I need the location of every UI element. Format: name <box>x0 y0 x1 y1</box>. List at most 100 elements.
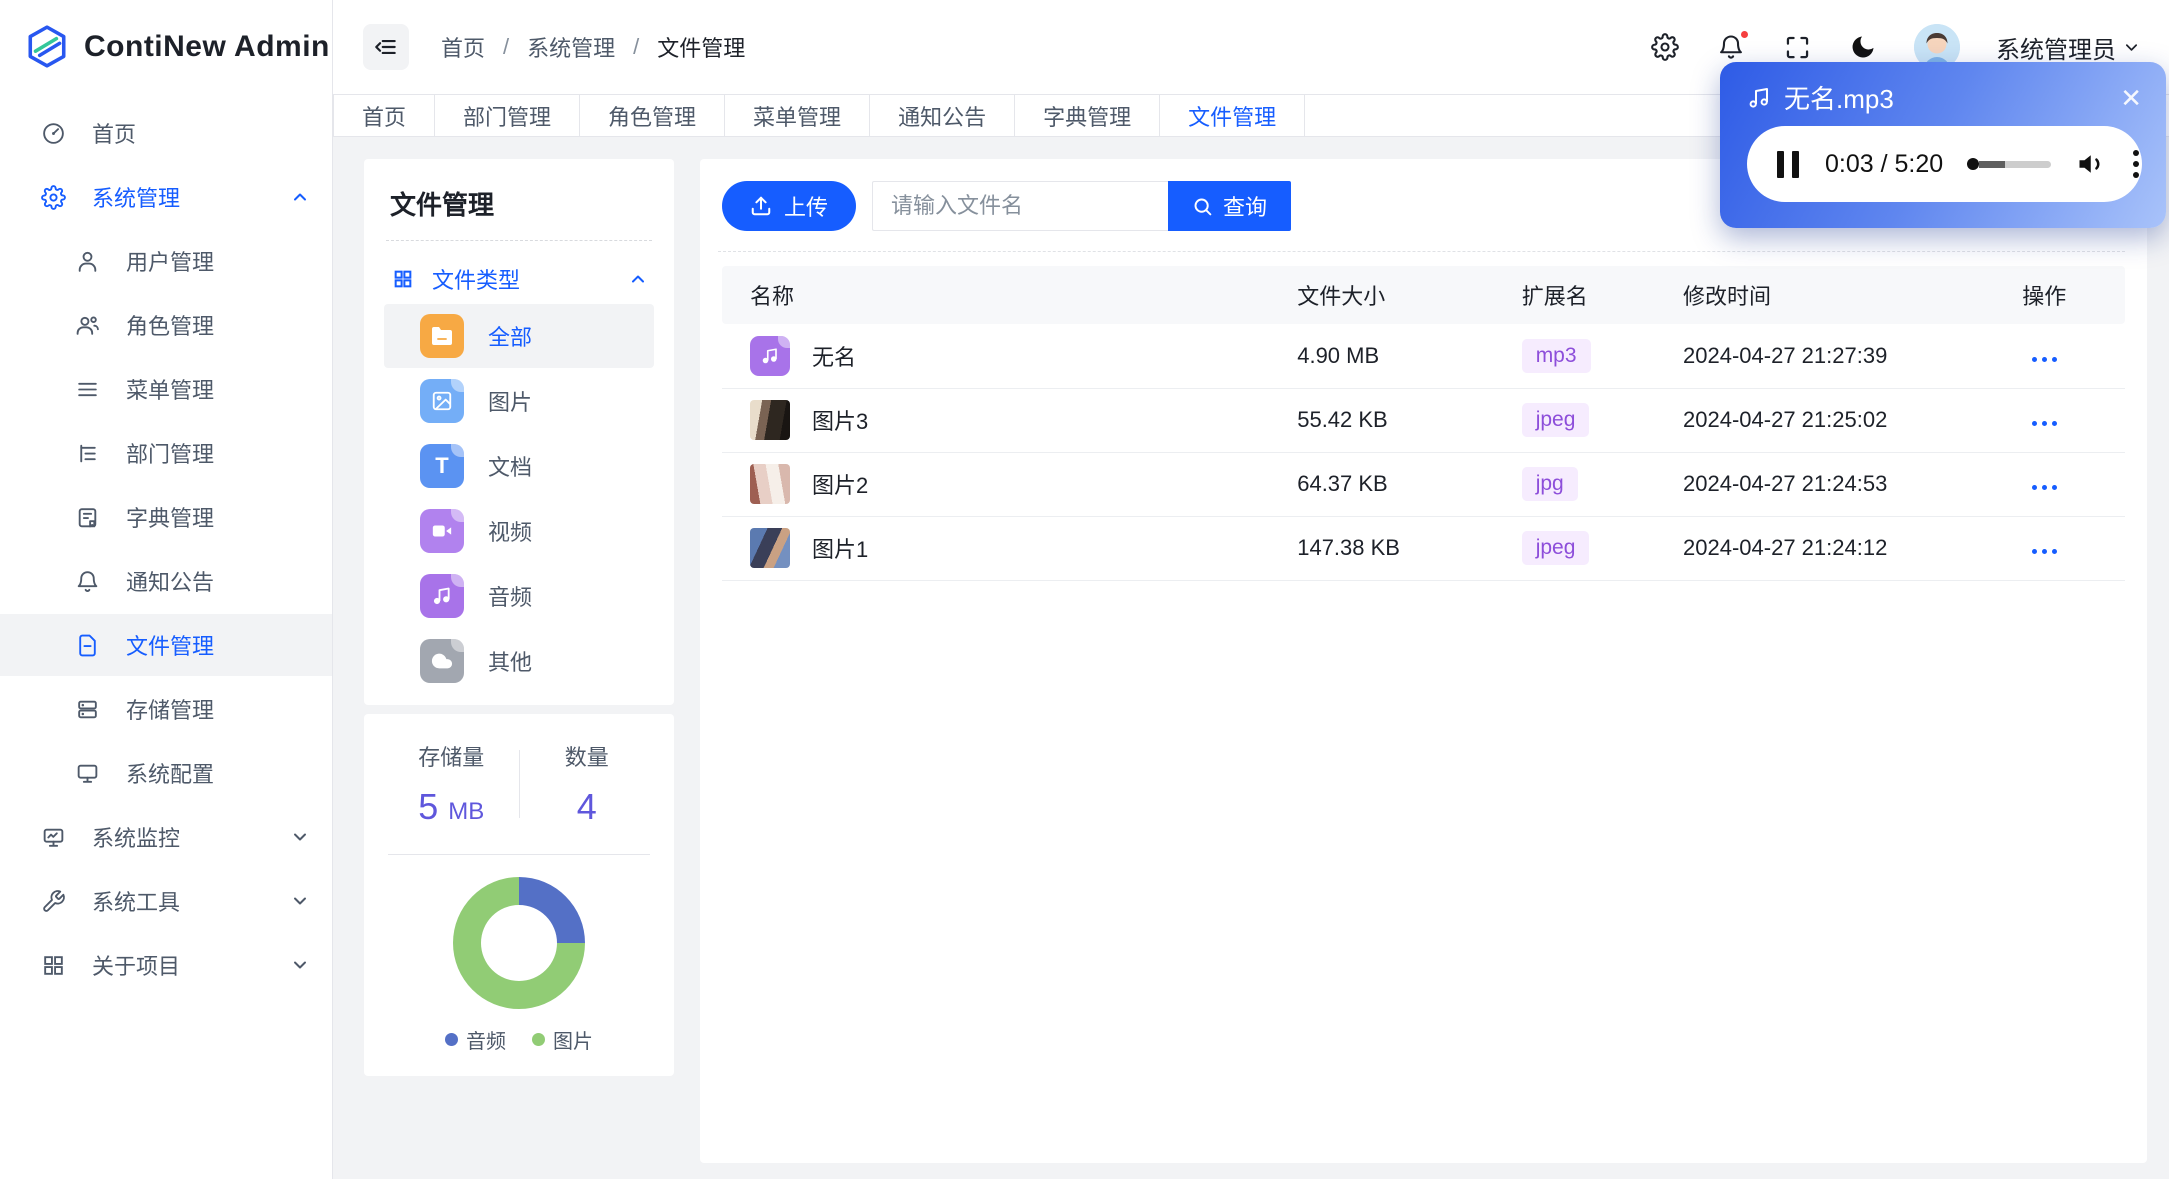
file-type-label: 文档 <box>488 455 533 480</box>
col-size: 文件大小 <box>1297 266 1522 324</box>
filename-search-input[interactable] <box>872 181 1169 231</box>
fullscreen-icon[interactable] <box>1782 32 1812 62</box>
sidebar-item-label: 关于项目 <box>92 954 181 979</box>
settings-icon[interactable] <box>1650 32 1680 62</box>
file-type-panel: 文件管理 文件类型 全部 图片 T 文档 视频 音频 其他 <box>364 159 674 705</box>
file-type-document[interactable]: T 文档 <box>384 434 654 498</box>
sidebar-item-system-tools[interactable]: 系统工具 <box>0 870 332 932</box>
collapse-icon <box>375 39 396 55</box>
breadcrumb-system[interactable]: 系统管理 <box>527 31 615 63</box>
more-actions-icon[interactable] <box>2028 349 2061 370</box>
file-size: 55.42 KB <box>1297 388 1522 453</box>
tab-home[interactable]: 首页 <box>333 95 436 136</box>
legend-audio[interactable]: 音频 <box>445 1025 506 1054</box>
pause-button[interactable] <box>1777 150 1799 178</box>
video-file-icon <box>420 509 464 553</box>
file-type-label: 视频 <box>488 520 533 545</box>
sidebar-item-storage-management[interactable]: 存储管理 <box>0 678 332 740</box>
player-controls: 0:03 / 5:20 <box>1747 126 2142 202</box>
divider <box>386 240 652 241</box>
tab-department[interactable]: 部门管理 <box>435 95 581 136</box>
user-name: 系统管理员 <box>1996 36 2116 64</box>
image-thumbnail[interactable] <box>750 528 790 568</box>
main-content: 文件管理 文件类型 全部 图片 T 文档 视频 音频 其他 存储量 5 MB 数… <box>333 138 2169 1179</box>
menu-lines-icon <box>74 376 100 402</box>
table-row[interactable]: 图片3 55.42 KB jpeg 2024-04-27 21:25:02 <box>722 388 2125 453</box>
sidebar-item-system-monitor[interactable]: 系统监控 <box>0 806 332 868</box>
tab-file-management[interactable]: 文件管理 <box>1160 95 1306 136</box>
sidebar-item-role-management[interactable]: 角色管理 <box>0 294 332 356</box>
count-stat: 数量 4 <box>520 740 655 828</box>
progress-bar[interactable] <box>1967 158 2052 170</box>
sidebar: ContiNew Admin 首页 系统管理 用户管理 角色管理 菜单管理 部门… <box>0 0 333 1179</box>
table-row[interactable]: 图片1 147.38 KB jpeg 2024-04-27 21:24:12 <box>722 516 2125 581</box>
breadcrumb-separator: / <box>503 34 510 59</box>
image-thumbnail[interactable] <box>750 400 790 440</box>
image-thumbnail[interactable] <box>750 464 790 504</box>
progress-knob[interactable] <box>1967 158 1980 170</box>
grid-icon <box>40 952 66 978</box>
user-icon <box>74 248 100 274</box>
breadcrumb: 首页 / 系统管理 / 文件管理 <box>441 31 745 63</box>
sidebar-item-system-management[interactable]: 系统管理 <box>0 166 332 228</box>
file-time: 2024-04-27 21:24:12 <box>1683 516 1964 581</box>
monitor-icon <box>74 760 100 786</box>
tab-menu[interactable]: 菜单管理 <box>725 95 871 136</box>
app-logo: ContiNew Admin <box>0 0 332 94</box>
sidebar-item-label: 用户管理 <box>126 250 215 275</box>
user-menu[interactable]: 系统管理员 <box>1996 30 2139 65</box>
page-title: 文件管理 <box>390 190 495 220</box>
table-row[interactable]: 图片2 64.37 KB jpg 2024-04-27 21:24:53 <box>722 452 2125 517</box>
file-type-audio[interactable]: 音频 <box>384 564 654 628</box>
file-type-all[interactable]: 全部 <box>384 304 654 368</box>
more-actions-icon[interactable] <box>2028 541 2061 562</box>
wrench-icon <box>40 888 66 914</box>
sidebar-item-file-management[interactable]: 文件管理 <box>0 614 332 676</box>
sidebar-item-label: 系统管理 <box>92 186 181 211</box>
file-time: 2024-04-27 21:24:53 <box>1683 452 1964 517</box>
more-actions-icon[interactable] <box>2028 413 2061 434</box>
sidebar-collapse-button[interactable] <box>363 24 409 70</box>
sidebar-item-home[interactable]: 首页 <box>0 102 332 164</box>
player-menu-icon[interactable] <box>2129 146 2143 182</box>
breadcrumb-current: 文件管理 <box>657 36 746 61</box>
sidebar-item-label: 首页 <box>92 122 137 147</box>
notifications-bell-icon[interactable] <box>1716 29 1750 62</box>
chevron-down-icon <box>292 893 308 909</box>
sidebar-menu: 首页 系统管理 用户管理 角色管理 菜单管理 部门管理 字典管理 通知公告 文件… <box>0 94 332 996</box>
file-name: 图片1 <box>812 537 869 562</box>
legend-image[interactable]: 图片 <box>532 1025 593 1054</box>
tab-role[interactable]: 角色管理 <box>580 95 726 136</box>
dark-mode-moon-icon[interactable] <box>1848 32 1878 62</box>
chart-legend: 音频 图片 <box>445 1025 593 1054</box>
close-icon[interactable]: ✕ <box>2120 85 2142 111</box>
notification-badge <box>1739 29 1750 40</box>
sidebar-item-label: 部门管理 <box>126 442 215 467</box>
more-actions-icon[interactable] <box>2028 477 2061 498</box>
sidebar-item-notice[interactable]: 通知公告 <box>0 550 332 612</box>
file-type-other[interactable]: 其他 <box>384 629 654 693</box>
query-button[interactable]: 查询 <box>1168 181 1292 231</box>
sidebar-item-dict-management[interactable]: 字典管理 <box>0 486 332 548</box>
chevron-up-icon <box>632 275 644 283</box>
file-type-video[interactable]: 视频 <box>384 499 654 563</box>
upload-button[interactable]: 上传 <box>722 181 857 231</box>
gear-icon <box>40 184 66 210</box>
monitor-chart-icon <box>40 824 66 850</box>
sidebar-item-about[interactable]: 关于项目 <box>0 934 332 996</box>
divider <box>388 854 650 855</box>
player-track-title: 无名.mp3 <box>1784 84 1894 114</box>
count-value: 4 <box>576 786 597 827</box>
tab-notice[interactable]: 通知公告 <box>870 95 1016 136</box>
col-name: 名称 <box>722 266 1298 324</box>
tab-dict[interactable]: 字典管理 <box>1015 95 1161 136</box>
sidebar-item-user-management[interactable]: 用户管理 <box>0 230 332 292</box>
file-type-tree-header[interactable]: 文件类型 <box>384 255 654 303</box>
file-type-image[interactable]: 图片 <box>384 369 654 433</box>
sidebar-item-department-management[interactable]: 部门管理 <box>0 422 332 484</box>
table-row[interactable]: 无名 4.90 MB mp3 2024-04-27 21:27:39 <box>722 324 2125 389</box>
sidebar-item-menu-management[interactable]: 菜单管理 <box>0 358 332 420</box>
volume-icon[interactable] <box>2077 149 2107 179</box>
sidebar-item-system-config[interactable]: 系统配置 <box>0 742 332 804</box>
breadcrumb-home[interactable]: 首页 <box>441 31 485 63</box>
